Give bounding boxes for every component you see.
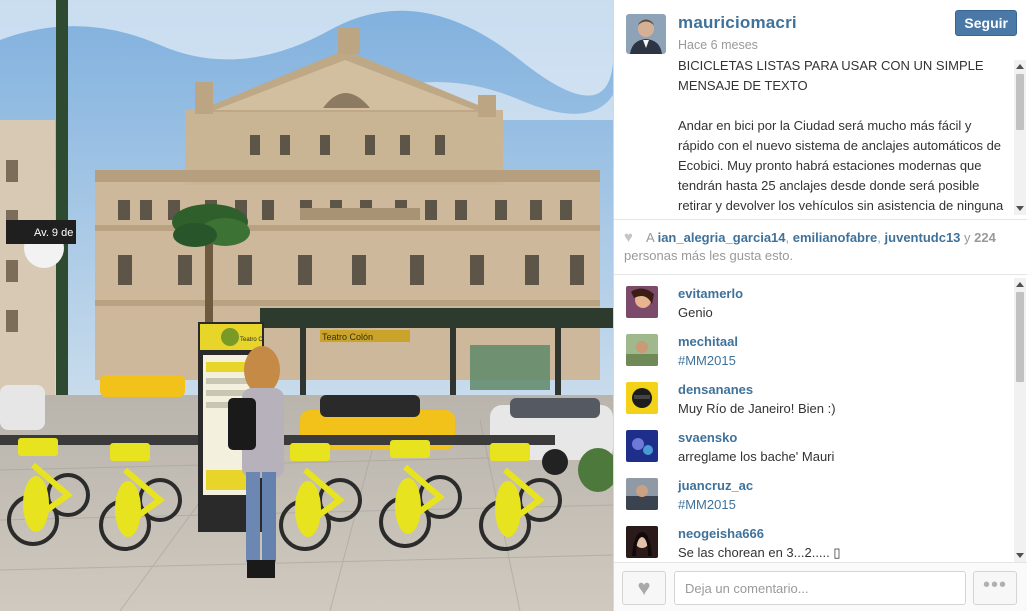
comment-item: neogeisha666 Se las chorean en 3...2....…: [626, 518, 1006, 562]
comment-bar: ♥ •••: [614, 562, 1027, 611]
comment-avatar[interactable]: [626, 382, 658, 414]
divider: [614, 274, 1027, 275]
like-button[interactable]: ♥: [622, 571, 666, 605]
station-sign-text: Teatro C: [240, 337, 263, 343]
avatar-image: [626, 526, 658, 558]
building-sign-text: Teatro Colón: [322, 332, 373, 342]
comment-input[interactable]: [674, 571, 966, 605]
likes-summary: ♥ A ian_alegria_garcia14, emilianofabre, …: [624, 229, 1014, 265]
liker-link[interactable]: ian_alegria_garcia14: [658, 230, 786, 245]
scroll-up-arrow-icon[interactable]: [1016, 64, 1024, 69]
likes-suffix: personas más les gusta esto.: [624, 248, 794, 263]
scroll-down-arrow-icon[interactable]: [1016, 206, 1024, 211]
likes-count[interactable]: 224: [974, 230, 996, 245]
comment-hashtag[interactable]: #MM2015: [678, 353, 736, 368]
likes-heart-icon: ♥: [624, 229, 633, 246]
liker-link[interactable]: emilianofabre: [793, 230, 878, 245]
likes-separator: ,: [877, 230, 881, 245]
comments-list: evitamerlo Genio mechitaal #MM2015 densa…: [614, 278, 1014, 562]
post-caption: BICICLETAS LISTAS PARA USAR CON UN SIMPL…: [678, 56, 1008, 216]
likes-prefix: A: [646, 230, 654, 245]
comment-username[interactable]: svaensko: [678, 430, 737, 445]
comment-avatar[interactable]: [626, 526, 658, 558]
avatar-image: [626, 430, 658, 462]
scroll-thumb[interactable]: [1016, 292, 1024, 382]
comment-username[interactable]: densananes: [678, 382, 753, 397]
building-sign-plaque: [300, 208, 420, 220]
comments-scrollbar[interactable]: [1014, 278, 1026, 562]
likes-separator: ,: [785, 230, 790, 245]
comment-avatar[interactable]: [626, 478, 658, 510]
owner-avatar[interactable]: [626, 14, 666, 54]
ellipsis-icon: •••: [982, 574, 1007, 596]
photo-scene: Av. 9 de Teatro Colón Teatro C: [0, 0, 613, 611]
scroll-up-arrow-icon[interactable]: [1016, 282, 1024, 287]
avatar-image: [626, 382, 658, 414]
comment-text: Se las chorean en 3...2..... ▯: [678, 545, 841, 560]
street-sign-text: Av. 9 de: [34, 227, 73, 239]
comment-avatar[interactable]: [626, 430, 658, 462]
likes-conjunction: y: [964, 230, 971, 245]
owner-avatar-image: [626, 14, 666, 54]
owner-username[interactable]: mauriciomacri: [678, 13, 797, 33]
comment-text: arreglame los bache' Mauri: [678, 449, 835, 464]
comment-avatar[interactable]: [626, 286, 658, 318]
caption-title: BICICLETAS LISTAS PARA USAR CON UN SIMPL…: [678, 58, 984, 93]
comment-item: juancruz_ac #MM2015: [626, 470, 1006, 516]
avatar-image: [626, 334, 658, 366]
scroll-down-arrow-icon[interactable]: [1016, 553, 1024, 558]
post-timestamp[interactable]: Hace 6 meses: [678, 38, 758, 52]
comment-avatar[interactable]: [626, 334, 658, 366]
avatar-image: [626, 286, 658, 318]
heart-icon: ♥: [637, 575, 651, 600]
divider: [614, 219, 1027, 220]
comment-text: Genio: [678, 305, 713, 320]
station-canopy: [260, 308, 613, 328]
comment-username[interactable]: evitamerlo: [678, 286, 743, 301]
scroll-thumb[interactable]: [1016, 74, 1024, 130]
comment-text: Muy Río de Janeiro! Bien :): [678, 401, 836, 416]
caption-scrollbar[interactable]: [1014, 60, 1026, 215]
comment-username[interactable]: juancruz_ac: [678, 478, 753, 493]
comment-hashtag[interactable]: #MM2015: [678, 497, 736, 512]
follow-button[interactable]: Seguir: [955, 10, 1017, 36]
more-options-button[interactable]: •••: [973, 571, 1017, 605]
lamp-post: [56, 0, 68, 430]
avatar-image: [626, 478, 658, 510]
comment-item: mechitaal #MM2015: [626, 326, 1006, 372]
comment-item: densananes Muy Río de Janeiro! Bien :): [626, 374, 1006, 420]
liker-link[interactable]: juventudc13: [885, 230, 961, 245]
post-side-panel: mauriciomacri Seguir Hace 6 meses BICICL…: [613, 0, 1027, 611]
comment-item: svaensko arreglame los bache' Mauri: [626, 422, 1006, 468]
comment-item: evitamerlo Genio: [626, 278, 1006, 324]
caption-body: Andar en bici por la Ciudad será mucho m…: [678, 118, 1004, 213]
comment-username[interactable]: neogeisha666: [678, 526, 764, 541]
post-photo: Av. 9 de Teatro Colón Teatro C: [0, 0, 613, 611]
comment-username[interactable]: mechitaal: [678, 334, 738, 349]
